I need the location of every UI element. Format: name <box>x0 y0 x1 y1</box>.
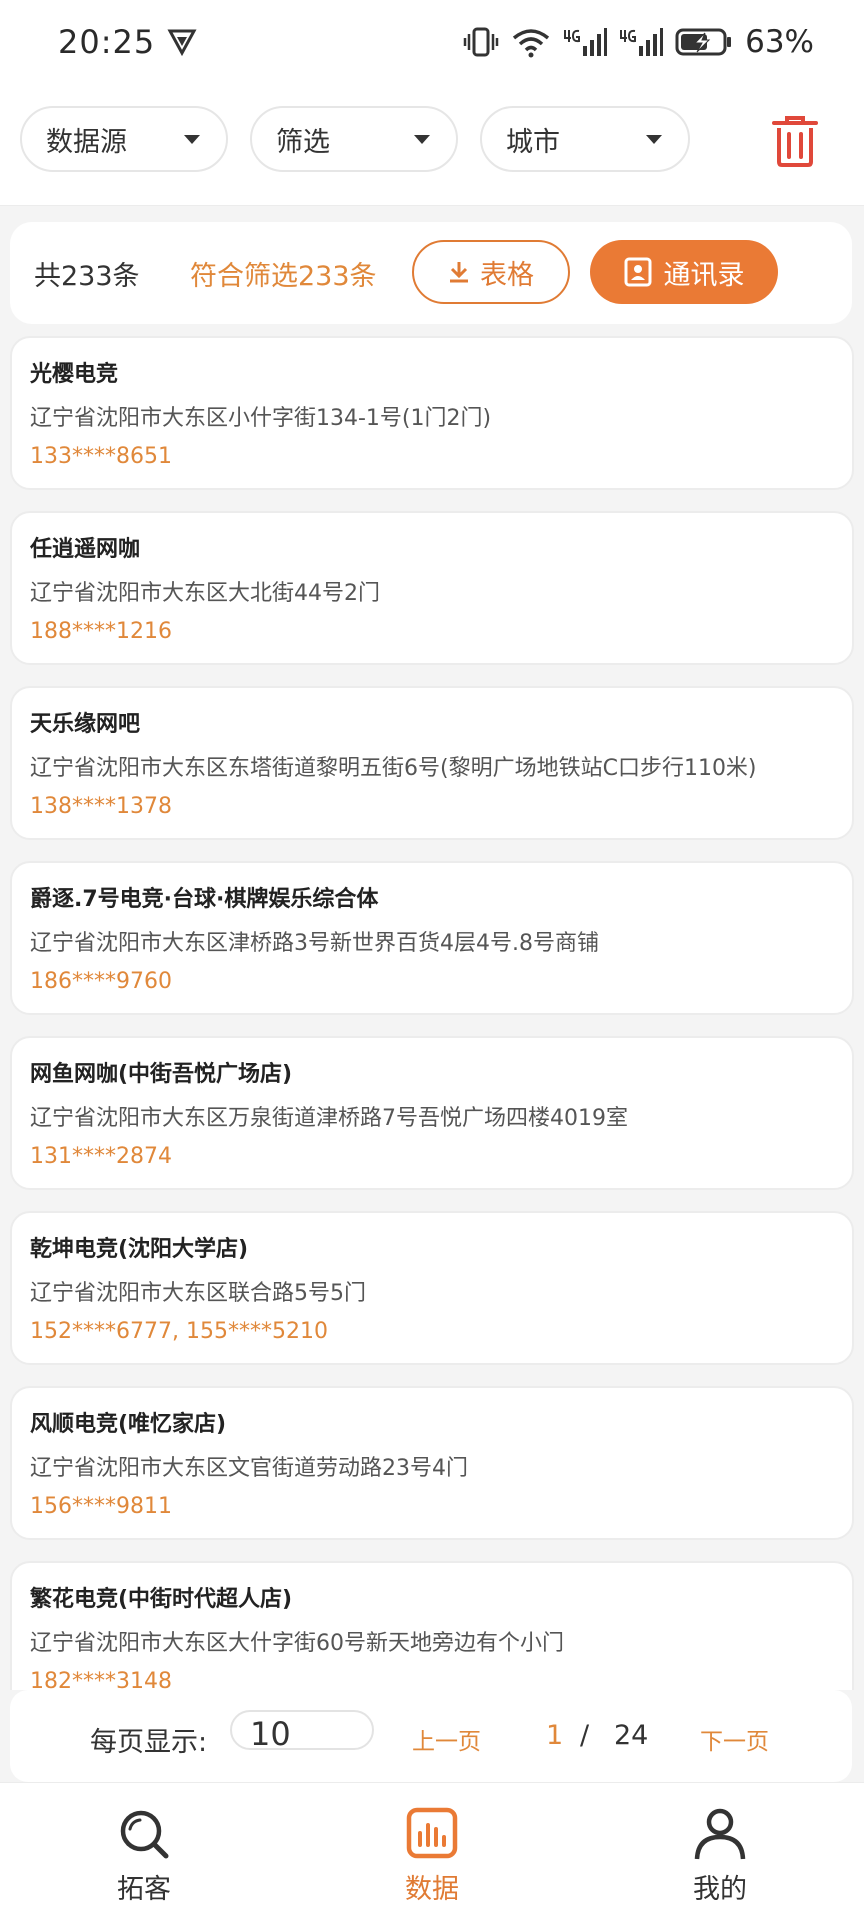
app-screen: 20:25 63% 数据源 筛选 城市 共233条 符合筛选233条 表格 通讯… <box>0 0 864 1920</box>
summary-bar: 共233条 符合筛选233条 表格 通讯录 <box>10 222 852 324</box>
data-chart-icon <box>406 1807 458 1859</box>
record-phone[interactable]: 156****9811 <box>30 1494 172 1519</box>
wifi-icon <box>512 29 550 58</box>
download-icon <box>450 262 468 283</box>
list-item[interactable]: 任逍遥网咖 辽宁省沈阳市大东区大北街44号2门 188****1216 <box>10 511 854 665</box>
record-name: 乾坤电竞(沈阳大学店) <box>30 1237 249 1262</box>
export-contacts-label: 通讯录 <box>663 259 745 291</box>
status-time: 20:25 <box>58 23 156 61</box>
record-phone[interactable]: 186****9760 <box>30 969 172 994</box>
record-list[interactable]: 光樱电竞 辽宁省沈阳市大东区小什字街134-1号(1门2门) 133****86… <box>10 336 854 1690</box>
record-address: 辽宁省沈阳市大东区津桥路3号新世界百货4层4号.8号商铺 <box>30 931 599 956</box>
battery-charging-icon <box>675 28 732 56</box>
record-address: 辽宁省沈阳市大东区大北街44号2门 <box>30 581 380 606</box>
record-address: 辽宁省沈阳市大东区万泉街道津桥路7号吾悦广场四楼4019室 <box>30 1106 628 1131</box>
list-item[interactable]: 网鱼网咖(中街吾悦广场店) 辽宁省沈阳市大东区万泉街道津桥路7号吾悦广场四楼40… <box>10 1036 854 1190</box>
total-count: 共233条 <box>34 261 140 292</box>
export-contacts-button[interactable]: 通讯录 <box>590 240 778 304</box>
record-address: 辽宁省沈阳市大东区文官街道劳动路23号4门 <box>30 1456 468 1481</box>
tab-mine[interactable]: 我的 <box>620 1783 820 1920</box>
city-dropdown[interactable]: 城市 <box>480 106 690 172</box>
battery-percent: 63% <box>745 24 814 60</box>
tab-prospect-label: 拓客 <box>117 1874 171 1905</box>
record-address: 辽宁省沈阳市大东区东塔街道黎明五街6号(黎明广场地铁站C口步行110米) <box>30 756 757 781</box>
record-address: 辽宁省沈阳市大东区大什字街60号新天地旁边有个小门 <box>30 1631 564 1656</box>
record-phone[interactable]: 152****6777, 155****5210 <box>30 1319 328 1344</box>
city-label: 城市 <box>506 126 560 158</box>
bottom-tab-bar: 拓客 数据 我的 <box>0 1782 864 1920</box>
data-source-dropdown[interactable]: 数据源 <box>20 106 228 172</box>
prev-page-button[interactable]: 上一页 <box>412 1722 481 1756</box>
status-right: 63% <box>463 24 814 60</box>
trash-icon[interactable] <box>770 114 820 168</box>
next-page-button[interactable]: 下一页 <box>700 1722 769 1756</box>
record-phone[interactable]: 182****3148 <box>30 1669 172 1690</box>
list-item[interactable]: 爵逐.7号电竞·台球·棋牌娱乐综合体 辽宁省沈阳市大东区津桥路3号新世界百货4层… <box>10 861 854 1015</box>
record-phone[interactable]: 138****1378 <box>30 794 172 819</box>
chevron-down-icon <box>184 134 200 144</box>
record-name: 任逍遥网咖 <box>30 537 141 562</box>
user-icon <box>694 1808 746 1860</box>
page-separator: / <box>580 1720 590 1751</box>
record-address: 辽宁省沈阳市大东区小什字街134-1号(1门2门) <box>30 406 492 431</box>
record-address: 辽宁省沈阳市大东区联合路5号5门 <box>30 1281 366 1306</box>
record-name: 天乐缘网吧 <box>30 712 141 737</box>
total-pages: 24 <box>614 1720 649 1751</box>
chevron-down-icon <box>414 134 430 144</box>
status-bar: 20:25 63% <box>0 0 864 84</box>
record-name: 繁花电竞(中街时代超人店) <box>30 1587 293 1612</box>
export-table-button[interactable]: 表格 <box>412 240 570 304</box>
signal-4g-icon-2 <box>620 28 664 56</box>
record-phone[interactable]: 188****1216 <box>30 619 172 644</box>
record-name: 风顺电竞(唯忆家店) <box>30 1412 227 1437</box>
signal-4g-icon <box>564 28 608 56</box>
list-item[interactable]: 繁花电竞(中街时代超人店) 辽宁省沈阳市大东区大什字街60号新天地旁边有个小门 … <box>10 1561 854 1690</box>
list-item[interactable]: 乾坤电竞(沈阳大学店) 辽宁省沈阳市大东区联合路5号5门 152****6777… <box>10 1211 854 1365</box>
list-item[interactable]: 风顺电竞(唯忆家店) 辽宁省沈阳市大东区文官街道劳动路23号4门 156****… <box>10 1386 854 1540</box>
contact-card-icon <box>624 257 651 287</box>
search-icon <box>120 1810 169 1859</box>
tab-prospect[interactable]: 拓客 <box>44 1783 244 1920</box>
matched-count: 符合筛选233条 <box>190 261 377 292</box>
pagination-bar: 每页显示: 10 上一页 1 / 24 下一页 <box>10 1690 852 1782</box>
record-name: 网鱼网咖(中街吾悦广场店) <box>30 1062 293 1087</box>
tab-data[interactable]: 数据 <box>332 1783 532 1920</box>
record-phone[interactable]: 133****8651 <box>30 444 172 469</box>
tab-mine-label: 我的 <box>693 1874 747 1905</box>
record-phone[interactable]: 131****2874 <box>30 1144 172 1169</box>
status-left: 20:25 <box>58 23 197 61</box>
chevron-down-icon <box>646 134 662 144</box>
current-page: 1 <box>546 1720 564 1751</box>
data-source-label: 数据源 <box>46 126 127 158</box>
filter-bar: 数据源 筛选 城市 <box>0 84 864 206</box>
vibrate-icon <box>463 27 499 57</box>
vpn-icon <box>167 29 197 56</box>
tab-data-label: 数据 <box>405 1874 459 1905</box>
list-item[interactable]: 天乐缘网吧 辽宁省沈阳市大东区东塔街道黎明五街6号(黎明广场地铁站C口步行110… <box>10 686 854 840</box>
per-page-input[interactable]: 10 <box>230 1710 374 1750</box>
export-table-label: 表格 <box>480 259 534 291</box>
list-item[interactable]: 光樱电竞 辽宁省沈阳市大东区小什字街134-1号(1门2门) 133****86… <box>10 336 854 490</box>
record-name: 爵逐.7号电竞·台球·棋牌娱乐综合体 <box>30 887 379 912</box>
filter-dropdown[interactable]: 筛选 <box>250 106 458 172</box>
per-page-label: 每页显示: <box>90 1727 208 1758</box>
filter-label: 筛选 <box>276 126 330 158</box>
record-name: 光樱电竞 <box>30 362 119 387</box>
